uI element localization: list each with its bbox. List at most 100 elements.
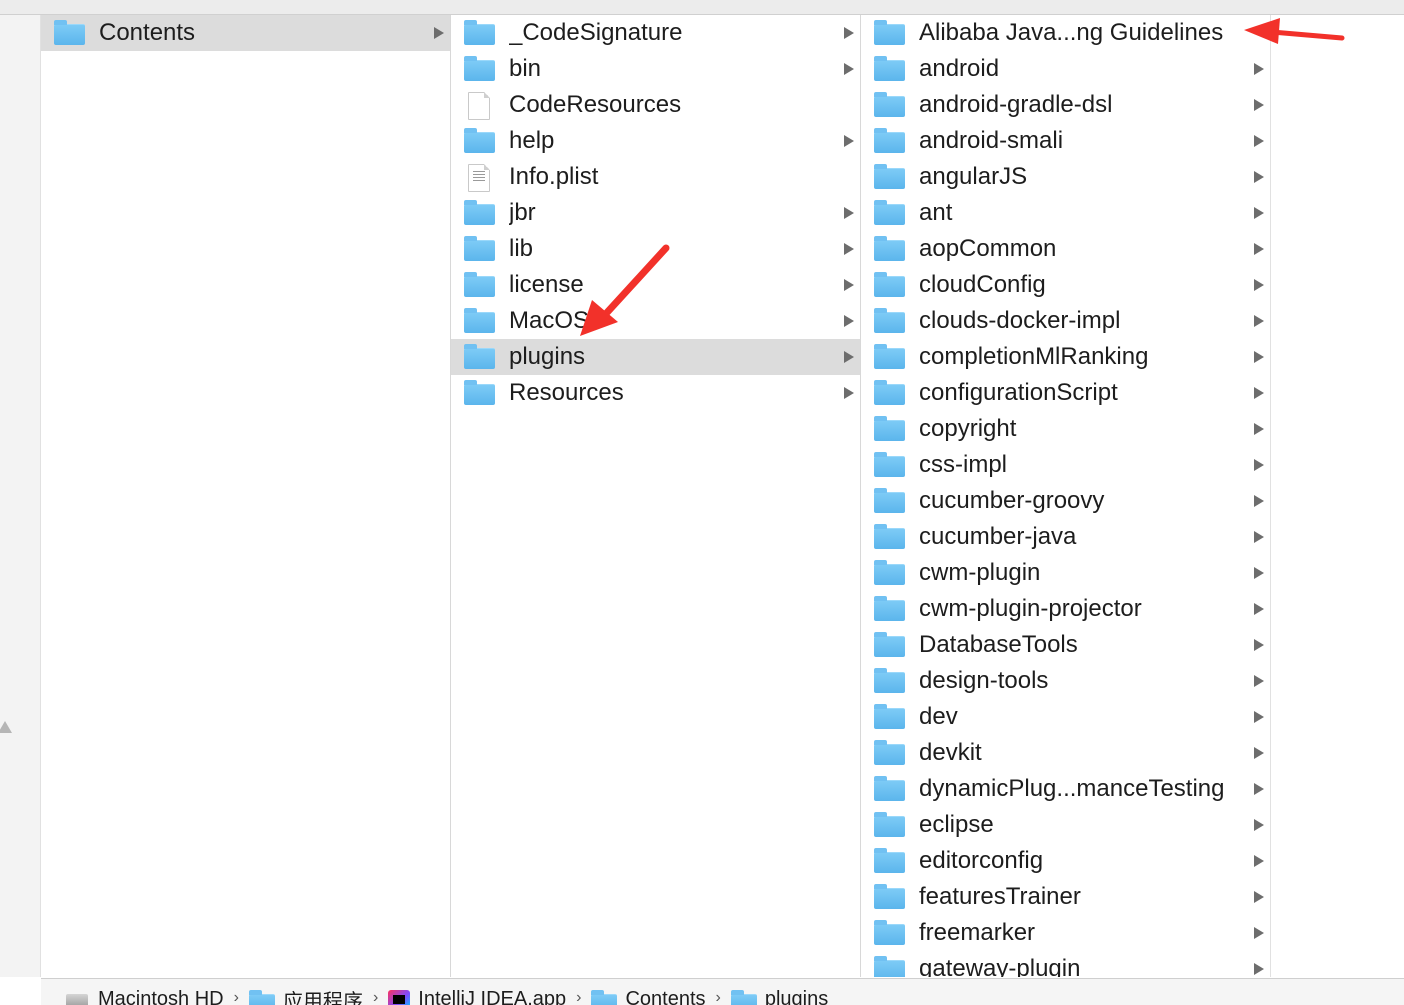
disclosure-arrow-icon <box>844 63 854 75</box>
item-label: dynamicPlug...manceTesting <box>919 775 1254 803</box>
list-item[interactable]: copyright <box>861 411 1270 447</box>
folder-icon <box>873 632 907 658</box>
folder-icon <box>463 380 497 406</box>
disclosure-arrow-icon <box>844 351 854 363</box>
list-item[interactable]: MacOS <box>451 303 860 339</box>
disclosure-arrow-icon <box>1254 603 1264 615</box>
list-item[interactable]: Resources <box>451 375 860 411</box>
item-label: DatabaseTools <box>919 631 1254 659</box>
list-item[interactable]: Alibaba Java...ng Guidelines <box>861 15 1270 51</box>
item-label: android-gradle-dsl <box>919 91 1254 119</box>
list-item[interactable]: editorconfig <box>861 843 1270 879</box>
path-bar: Macintosh HD›应用程序›IntelliJ IDEA.app›Cont… <box>41 978 1404 1005</box>
folder-icon <box>873 272 907 298</box>
list-item[interactable]: gateway-plugin <box>861 951 1270 977</box>
disclosure-arrow-icon <box>844 243 854 255</box>
chevron-right-icon: › <box>576 989 581 1005</box>
intellij-app-icon <box>388 990 410 1005</box>
list-item[interactable]: jbr <box>451 195 860 231</box>
chevron-right-icon: › <box>234 989 239 1005</box>
list-item[interactable]: design-tools <box>861 663 1270 699</box>
path-crumb[interactable]: plugins <box>731 989 828 1005</box>
list-item[interactable]: bin <box>451 51 860 87</box>
folder-icon <box>591 991 617 1005</box>
disclosure-arrow-icon <box>1254 783 1264 795</box>
disclosure-arrow-icon <box>844 27 854 39</box>
item-label: Info.plist <box>509 163 860 191</box>
disclosure-arrow-icon <box>1254 135 1264 147</box>
item-label: cloudConfig <box>919 271 1254 299</box>
folder-icon <box>873 560 907 586</box>
list-item[interactable]: freemarker <box>861 915 1270 951</box>
list-item[interactable]: clouds-docker-impl <box>861 303 1270 339</box>
folder-icon <box>873 56 907 82</box>
list-item[interactable]: CodeResources <box>451 87 860 123</box>
folder-icon <box>873 344 907 370</box>
column-contents[interactable]: Contents <box>41 15 451 977</box>
column-plugins[interactable]: Alibaba Java...ng Guidelines android andro… <box>861 15 1271 977</box>
list-item[interactable]: cloudConfig <box>861 267 1270 303</box>
list-item[interactable]: cucumber-groovy <box>861 483 1270 519</box>
list-item[interactable]: configurationScript <box>861 375 1270 411</box>
path-crumb[interactable]: 应用程序 <box>249 989 363 1005</box>
disclosure-arrow-icon <box>1254 927 1264 939</box>
list-item[interactable]: ant <box>861 195 1270 231</box>
path-crumb-label: Contents <box>625 988 705 1005</box>
list-item[interactable]: _CodeSignature <box>451 15 860 51</box>
item-label: license <box>509 271 844 299</box>
list-item[interactable]: DatabaseTools <box>861 627 1270 663</box>
folder-icon <box>463 344 497 370</box>
list-item[interactable]: completionMlRanking <box>861 339 1270 375</box>
list-item[interactable]: devkit <box>861 735 1270 771</box>
path-crumb-label: 应用程序 <box>283 985 363 1005</box>
item-label: Alibaba Java...ng Guidelines <box>919 19 1270 47</box>
item-label: angularJS <box>919 163 1254 191</box>
window-toolbar <box>0 0 1404 15</box>
list-item[interactable]: cwm-plugin-projector <box>861 591 1270 627</box>
folder-icon <box>873 200 907 226</box>
list-item[interactable]: dynamicPlug...manceTesting <box>861 771 1270 807</box>
list-item[interactable]: angularJS <box>861 159 1270 195</box>
list-item[interactable]: android-smali <box>861 123 1270 159</box>
list-item[interactable]: help <box>451 123 860 159</box>
disclosure-arrow-icon <box>844 207 854 219</box>
path-crumb-label: IntelliJ IDEA.app <box>418 988 566 1005</box>
folder-icon <box>463 236 497 262</box>
list-item[interactable]: css-impl <box>861 447 1270 483</box>
path-crumb-label: plugins <box>765 988 828 1005</box>
list-item[interactable]: eclipse <box>861 807 1270 843</box>
item-label: MacOS <box>509 307 844 335</box>
document-icon <box>463 92 497 118</box>
disclosure-arrow-icon <box>1254 675 1264 687</box>
folder-icon <box>873 416 907 442</box>
disclosure-arrow-icon <box>1254 99 1264 111</box>
list-item[interactable]: android <box>861 51 1270 87</box>
folder-icon <box>873 164 907 190</box>
list-item[interactable]: aopCommon <box>861 231 1270 267</box>
disclosure-arrow-icon <box>1254 243 1264 255</box>
item-label: bin <box>509 55 844 83</box>
item-label: lib <box>509 235 844 263</box>
list-item[interactable]: android-gradle-dsl <box>861 87 1270 123</box>
list-item[interactable]: license <box>451 267 860 303</box>
item-label: android-smali <box>919 127 1254 155</box>
eject-icon[interactable] <box>0 721 12 733</box>
list-item[interactable]: cucumber-java <box>861 519 1270 555</box>
folder-icon <box>873 452 907 478</box>
path-crumb[interactable]: Contents <box>591 989 705 1005</box>
list-item[interactable]: plugins <box>451 339 860 375</box>
list-item[interactable]: dev <box>861 699 1270 735</box>
list-item[interactable]: featuresTrainer <box>861 879 1270 915</box>
list-item[interactable]: Contents <box>41 15 450 51</box>
folder-icon <box>463 128 497 154</box>
column-app-contents[interactable]: _CodeSignaturebin CodeResourceshelp Info.p… <box>451 15 861 977</box>
item-label: android <box>919 55 1254 83</box>
list-item[interactable]: Info.plist <box>451 159 860 195</box>
list-item[interactable]: lib <box>451 231 860 267</box>
list-item[interactable]: cwm-plugin <box>861 555 1270 591</box>
path-crumb[interactable]: Macintosh HD <box>41 989 224 1005</box>
path-crumb[interactable]: IntelliJ IDEA.app <box>388 989 566 1005</box>
item-label: eclipse <box>919 811 1254 839</box>
folder-icon <box>873 956 907 977</box>
folder-icon <box>873 488 907 514</box>
